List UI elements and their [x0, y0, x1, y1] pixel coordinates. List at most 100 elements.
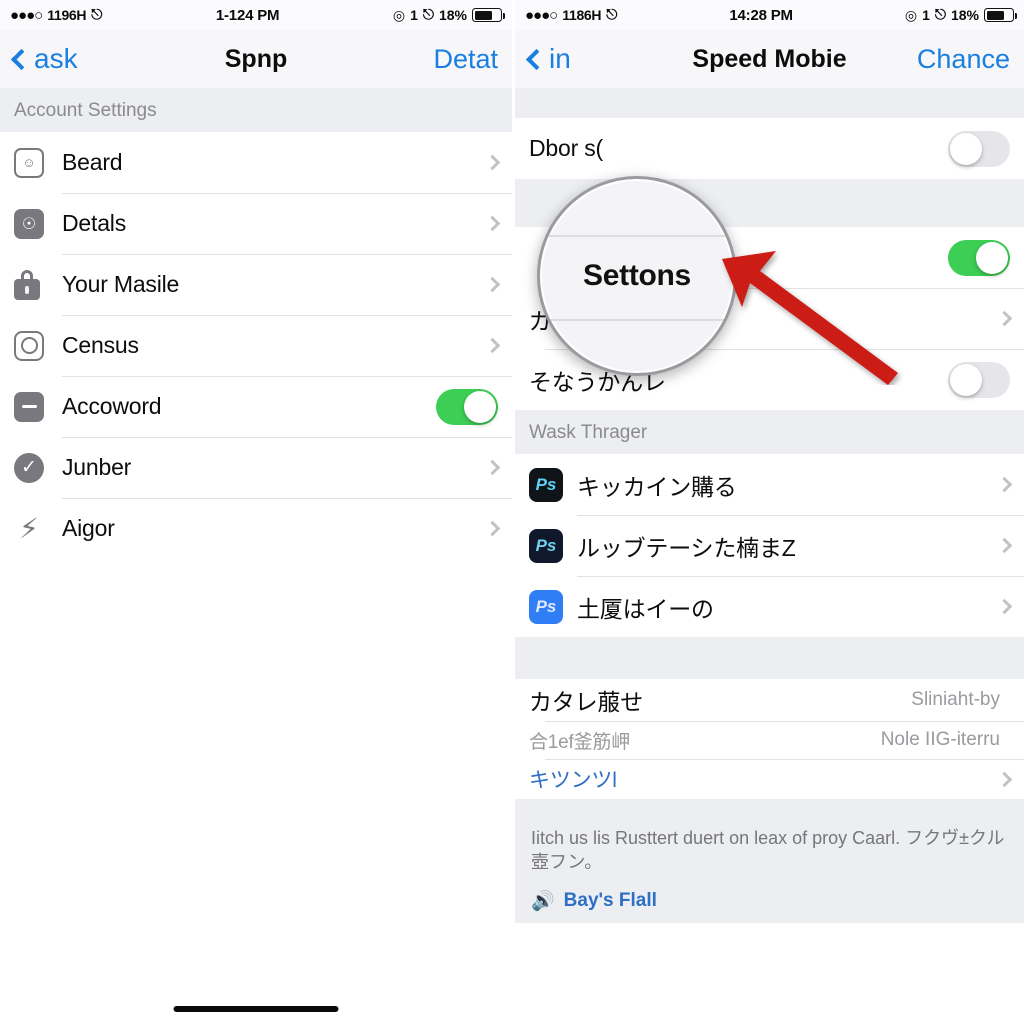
magnifier-text: Settons [583, 259, 691, 292]
status-badge: 1 [410, 7, 418, 23]
right-nav-bar: in Speed Mobie Chance [515, 30, 1024, 88]
minus-card-icon [14, 391, 62, 422]
photoshop-icon: Ps [529, 589, 577, 624]
list-item-label: Detals [62, 210, 126, 236]
status-bar-right: ◎ 1 ⎋ 18% [904, 5, 1017, 24]
left-phone-screen: ●●●○ 1196H ⎋ 1-124 PM ◎ 1 ⎋ 18% ask Spnp… [0, 0, 512, 1024]
status-bar-left: ●●●○ 1196H ⎋ [10, 6, 102, 24]
contact-icon: ☉ [14, 208, 62, 239]
left-status-bar: ●●●○ 1196H ⎋ 1-124 PM ◎ 1 ⎋ 18% [0, 0, 512, 30]
list-item-junber[interactable]: ✓ Junber [0, 437, 512, 498]
target-icon: ◎ [392, 6, 406, 23]
group-gap-top [515, 88, 1024, 118]
status-badge: 1 [922, 7, 930, 23]
chevron-right-icon [484, 520, 501, 537]
chevron-left-icon [10, 48, 33, 70]
list-item-label: Dbor s( [529, 135, 604, 161]
list-item-label: Beard [62, 149, 123, 175]
check-icon: ✓ [14, 452, 62, 483]
list-item-label: Census [62, 332, 139, 358]
list-item-detals[interactable]: ☉ Detals [0, 193, 512, 254]
status-bar-clock: 14:28 PM [729, 6, 793, 24]
footer-note-text: Iitch us lis Rusttert duert on leax of p… [531, 828, 1005, 872]
list-item-aigor[interactable]: ⚡ Aigor [0, 498, 512, 559]
magnifier-callout: Settons [537, 176, 737, 376]
signal-dots-icon: ●●●○ [10, 6, 43, 24]
circle-icon [14, 330, 62, 361]
left-nav-bar: ask Spnp Detat [0, 30, 512, 88]
list-item-beard[interactable]: ☺ Beard [0, 132, 512, 193]
app-row-3[interactable]: Ps 土厦はイーの [515, 576, 1024, 637]
chevron-left-icon [525, 48, 548, 70]
target-icon: ◎ [904, 6, 918, 23]
list-item-dbor[interactable]: Dbor s( [515, 118, 1024, 179]
battery-icon [984, 8, 1017, 22]
detail-row-link-label: キツンツl [529, 769, 617, 792]
home-indicator [173, 1006, 339, 1012]
status-bar-left: ●●●○ 1186H ⎋ [525, 5, 618, 24]
status-bar-clock: 1-124 PM [215, 6, 280, 24]
app-row-1[interactable]: Ps キッカイン購る [515, 454, 1024, 515]
chevron-right-icon [484, 337, 501, 354]
list-item-label: そなうかんレ [529, 368, 666, 395]
group-gap-bottom [515, 637, 1024, 679]
section-header-account-settings: Account Settings [0, 88, 512, 132]
list-item-label: Aigor [62, 515, 115, 541]
signal-dots-icon: ●●●○ [525, 6, 558, 24]
lock-icon [14, 269, 62, 300]
group-gap-footer [515, 799, 1024, 813]
detail-row-value: Nole IIG-iterru [880, 729, 1000, 750]
detail-row-value: Sliniaht-by [911, 689, 1000, 710]
back-button-label: in [549, 43, 571, 74]
right-phone-screen: ●●●○ 1186H ⎋ 14:28 PM ◎ 1 ⎋ 18% in Speed… [512, 0, 1024, 1024]
list-item-label: Accoword [62, 393, 162, 419]
detail-row-label: カタレ菔せ [529, 689, 644, 715]
back-button[interactable]: in [525, 43, 571, 75]
list-item-accoword[interactable]: Accoword [0, 376, 512, 437]
chevron-right-icon [484, 276, 501, 293]
bolt-icon: ⚡ [19, 513, 39, 544]
detail-row-label: 合1ef釜筋岬 [529, 731, 631, 753]
photoshop-icon: Ps [529, 528, 577, 563]
app-row-label: ルッブテーシた楠まZ [577, 534, 796, 561]
wifi-icon: ⎋ [606, 5, 618, 22]
app-row-label: キッカイン購る [577, 473, 737, 500]
footer-note: Iitch us lis Rusttert duert on leax of p… [515, 813, 1024, 923]
app-row-label: 土厦はイーの [577, 595, 714, 622]
face-id-icon: ☺ [14, 147, 62, 178]
chevron-right-icon [996, 537, 1013, 554]
app-row-2[interactable]: Ps ルッブテーシた楠まZ [515, 515, 1024, 576]
wifi-icon: ⎋ [934, 5, 946, 22]
section-header-wask-thrager: Wask Thrager [515, 410, 1024, 454]
chevron-right-icon [484, 154, 501, 171]
nav-action-button[interactable]: Detat [433, 44, 498, 75]
detail-row-2[interactable]: 合1ef釜筋岬 Nole IIG-iterru [515, 721, 1024, 759]
detail-row-1[interactable]: カタレ菔せ Sliniaht-by [515, 679, 1024, 721]
battery-icon [472, 8, 505, 22]
carrier-label: 1186H [562, 7, 602, 23]
back-button-label: ask [34, 43, 78, 74]
list-item-census[interactable]: Census [0, 315, 512, 376]
list-item-label: Your Masile [62, 271, 180, 297]
nav-action-button[interactable]: Chance [917, 44, 1010, 75]
status-bar-right: ◎ 1 ⎋ 18% [392, 5, 505, 24]
right-status-bar: ●●●○ 1186H ⎋ 14:28 PM ◎ 1 ⎋ 18% [515, 0, 1024, 30]
chevron-right-icon [996, 310, 1013, 327]
toggle-switch-accoword[interactable] [436, 388, 498, 425]
toggle-switch-dbor[interactable] [948, 130, 1010, 167]
speaker-icon: 🔊 [531, 890, 555, 912]
detail-row-link[interactable]: キツンツl [515, 759, 1024, 799]
toggle-switch-sonaukanre[interactable] [948, 361, 1010, 398]
list-item-your-masile[interactable]: Your Masile [0, 254, 512, 315]
chevron-right-icon [996, 771, 1013, 787]
photoshop-icon: Ps [529, 467, 577, 502]
dual-screenshot-stage: ●●●○ 1196H ⎋ 1-124 PM ◎ 1 ⎋ 18% ask Spnp… [0, 0, 1024, 1024]
carrier-label: 1196H [47, 7, 87, 23]
footer-link-label: Bay's Flall [563, 889, 657, 911]
toggle-switch-settons[interactable] [948, 239, 1010, 276]
footer-link[interactable]: 🔊 Bay's Flall [531, 889, 1008, 913]
home-indicator [687, 1006, 852, 1012]
chevron-right-icon [484, 459, 501, 476]
wifi-icon: ⎋ [422, 5, 434, 22]
back-button[interactable]: ask [10, 43, 78, 75]
